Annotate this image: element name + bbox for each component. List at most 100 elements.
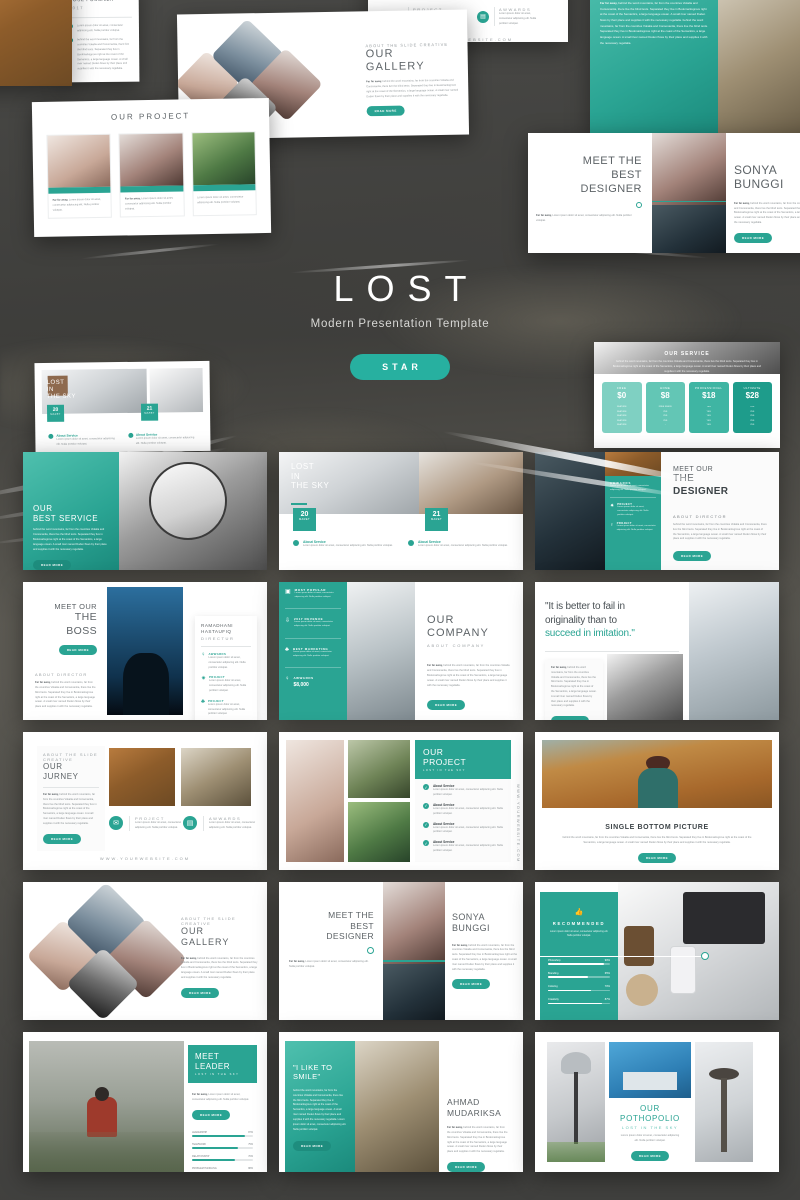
trophy-icon: ♣ xyxy=(285,646,289,653)
awwards-text: Lorem ipsum dolor sit amet, consectetur … xyxy=(610,485,649,491)
slide-meet-designer[interactable]: AWWARDS Lorem ipsum dolor sit amet, cons… xyxy=(535,452,779,570)
single-bottom-body: behind the word mountains, far from the … xyxy=(562,836,752,844)
slide-best-designer[interactable]: MEET THE BEST DESIGNER Far far away, Lor… xyxy=(279,882,523,1020)
best-service-body: behind the word mountains, far from the … xyxy=(33,528,107,551)
section-label: ABOUT DIRECTOR xyxy=(35,672,88,678)
smile-line2: SMILE" xyxy=(293,1072,321,1082)
trophy-icon: ♣ xyxy=(201,698,205,705)
pothopolio-body: Lorem ipsum dolor sit amet, consectetur … xyxy=(620,1134,680,1142)
check-icon xyxy=(48,433,54,439)
slide-note-card[interactable]: HOSE PUSSAMA 2017 Lorem ipsum dolor sit … xyxy=(61,0,140,83)
read-more-button[interactable]: READ MORE xyxy=(452,979,491,990)
slide-field-photo[interactable] xyxy=(0,0,72,86)
jurney-line1: OUR xyxy=(43,762,63,771)
best-designer-line2: BEST xyxy=(350,920,374,931)
date-badge: 21 MARET xyxy=(140,403,159,421)
skill-value: 70% xyxy=(248,1154,253,1158)
badge-label: MARET xyxy=(298,518,311,521)
leader-kicker: LOST IN THE SKY xyxy=(195,1073,240,1077)
slide-smile-top[interactable]: SMILE" Far far away, behind the word mou… xyxy=(590,0,800,138)
read-more-button[interactable]: READ MORE xyxy=(630,1150,670,1161)
slide-pothopolio[interactable]: OUR POTHOPOLIO LOST IN THE SKY Lorem ips… xyxy=(535,1032,779,1172)
slide-meet-boss[interactable]: MEET OUR THE BOSS READ MORE ABOUT DIRECT… xyxy=(23,582,267,720)
mail-icon: ✉ xyxy=(109,816,123,831)
pricing-plan[interactable]: HOME $8 FREE SPACE YES YES YES - xyxy=(645,382,685,433)
project-text: Far far away, Lorem ipsum dolor sit amet… xyxy=(52,197,101,212)
slide-best-service[interactable]: OUR BEST SERVICE behind the word mountai… xyxy=(23,452,267,570)
read-more-button[interactable]: READ MORE xyxy=(637,852,677,863)
bulb-icon: ♀ xyxy=(201,651,206,658)
read-more-button[interactable]: READ MORE xyxy=(427,700,466,711)
read-more-button[interactable]: READ MORE xyxy=(366,106,405,117)
quote-line2: originality than to xyxy=(545,614,617,626)
slide-i-like-to-smile[interactable]: "I LIKE TO SMILE" behind the word mounta… xyxy=(279,1032,523,1172)
date-badge: 20 MARET xyxy=(46,404,65,422)
read-more-button[interactable]: READ MORE xyxy=(551,716,590,720)
project-text: Lorem ipsum dolor sit amet, consectetur … xyxy=(197,195,244,205)
skill-bar xyxy=(548,976,589,979)
slide-our-jurney[interactable]: about the slide creative OUR JURNEY Far … xyxy=(23,732,267,870)
jurney-line2: JURNEY xyxy=(43,772,79,781)
stat-text: Lorem ipsum dolor sit amet, consectetur … xyxy=(209,679,247,692)
read-more-button[interactable]: READ MORE xyxy=(181,987,220,998)
read-more-button[interactable]: READ MORE xyxy=(293,1140,332,1151)
read-more-button[interactable]: READ MORE xyxy=(734,232,773,243)
slide-quote[interactable]: "It is better to fail in originality tha… xyxy=(535,582,779,720)
skill-label: RELATIONSHIP xyxy=(192,1154,210,1158)
skill-bar xyxy=(192,1135,246,1137)
read-more-button[interactable]: READ MORE xyxy=(447,1162,486,1172)
plan-price: $8 xyxy=(660,391,670,400)
slide-recommended[interactable]: 👍 RECOMMENDED Lorem ipsum dolor sit amet… xyxy=(535,882,779,1020)
pricing-plan[interactable]: PROFESSIONAL $18 YES YES YES YES YES xyxy=(689,382,729,433)
contact-item-text: Lorem ipsum dolor sit amet, consectetur … xyxy=(499,12,537,25)
recommended-body: Lorem ipsum dolor sit amet, consectetur … xyxy=(549,930,609,938)
gallery-line1: OUR xyxy=(181,926,204,936)
read-more-button[interactable]: READ MORE xyxy=(33,559,72,570)
recommended-photo xyxy=(618,882,779,1020)
quote-line3: succeed in imitation." xyxy=(545,628,635,639)
plan-name: HOME xyxy=(660,387,671,390)
gallery-kicker: about the slide creative xyxy=(181,916,236,926)
skill-label: PROBLEM HANDLING xyxy=(192,1167,217,1171)
best-designer-body: Far far away, Lorem ipsum dolor sit amet… xyxy=(289,959,369,968)
lost-sky-line1: LOST xyxy=(46,379,65,386)
lost-sky-line1: LOST xyxy=(291,462,315,471)
plan-price: $18 xyxy=(702,391,716,400)
slide-best-designer-top[interactable]: MEET THE BEST DESIGNER Far far away, Lor… xyxy=(528,133,800,253)
star-button[interactable]: STAR xyxy=(350,354,450,380)
check-icon xyxy=(293,540,299,546)
designer-line2: BEST xyxy=(611,168,642,181)
read-more-button[interactable]: READ MORE xyxy=(673,551,712,562)
pricing-plan[interactable]: ULTIMATE $28 YES YES YES YES YES xyxy=(732,382,772,433)
slide-our-gallery[interactable]: about the slide creative OUR GALLERY Far… xyxy=(23,882,267,1020)
designer-name2: BUNGGI xyxy=(734,177,784,192)
pothopolio-photo xyxy=(609,1042,691,1098)
smile-line1: "I LIKE TO xyxy=(293,1063,333,1072)
read-more-button[interactable]: READ MORE xyxy=(58,645,97,656)
project-text: Far far away, Lorem ipsum dolor sit amet… xyxy=(124,196,174,211)
skill-label: Coloring xyxy=(548,985,558,989)
note-title: HOSE PUSSAMA xyxy=(69,0,132,3)
jurney-photo xyxy=(109,748,175,806)
single-bottom-title: SINGLE BOTTOM PICTURE xyxy=(605,824,709,831)
slide-single-bottom-picture[interactable]: SINGLE BOTTOM PICTURE behind the word mo… xyxy=(535,732,779,870)
check-icon: ✓ xyxy=(423,840,429,847)
plan-name: ULTIMATE xyxy=(743,387,761,390)
smile-photo xyxy=(355,1041,439,1172)
slide-our-company[interactable]: ▣ MOST POPULAR Lorem ipsum dolor sit ame… xyxy=(279,582,523,720)
plan-name: PROFESSIONAL xyxy=(695,387,723,390)
monitor-icon: ▣ xyxy=(285,589,291,595)
slide-project-top[interactable]: OUR PROJECT Far far away, Lorem ipsum do… xyxy=(31,97,272,238)
slide-meet-leader[interactable]: MEET LEADER LOST IN THE SKY Far far away… xyxy=(23,1032,267,1172)
company-kicker: ABOUT COMPANY xyxy=(427,643,486,649)
boss-role: DIRECTUR xyxy=(201,635,235,641)
slide-lost-sky-row[interactable]: LOST IN THE SKY 20 MARET 21 MARET About … xyxy=(279,452,523,570)
slide-our-project[interactable]: OUR PROJECT LOST IN THE SKY ✓ About Serv… xyxy=(279,732,523,870)
meet-boss-line3: BOSS xyxy=(66,624,97,637)
read-more-button[interactable]: READ MORE xyxy=(43,833,82,844)
skill-bar xyxy=(548,963,604,965)
read-more-button[interactable]: READ MORE xyxy=(192,1109,231,1120)
meet-designer-body: behind the word mountains, far from the … xyxy=(673,523,767,541)
lost-sky-photo: LOST IN THE SKY xyxy=(279,452,420,514)
pricing-plan[interactable]: FREE $0 FEATURE FEATURE FEATURE FEATURE FEAT… xyxy=(602,382,642,433)
